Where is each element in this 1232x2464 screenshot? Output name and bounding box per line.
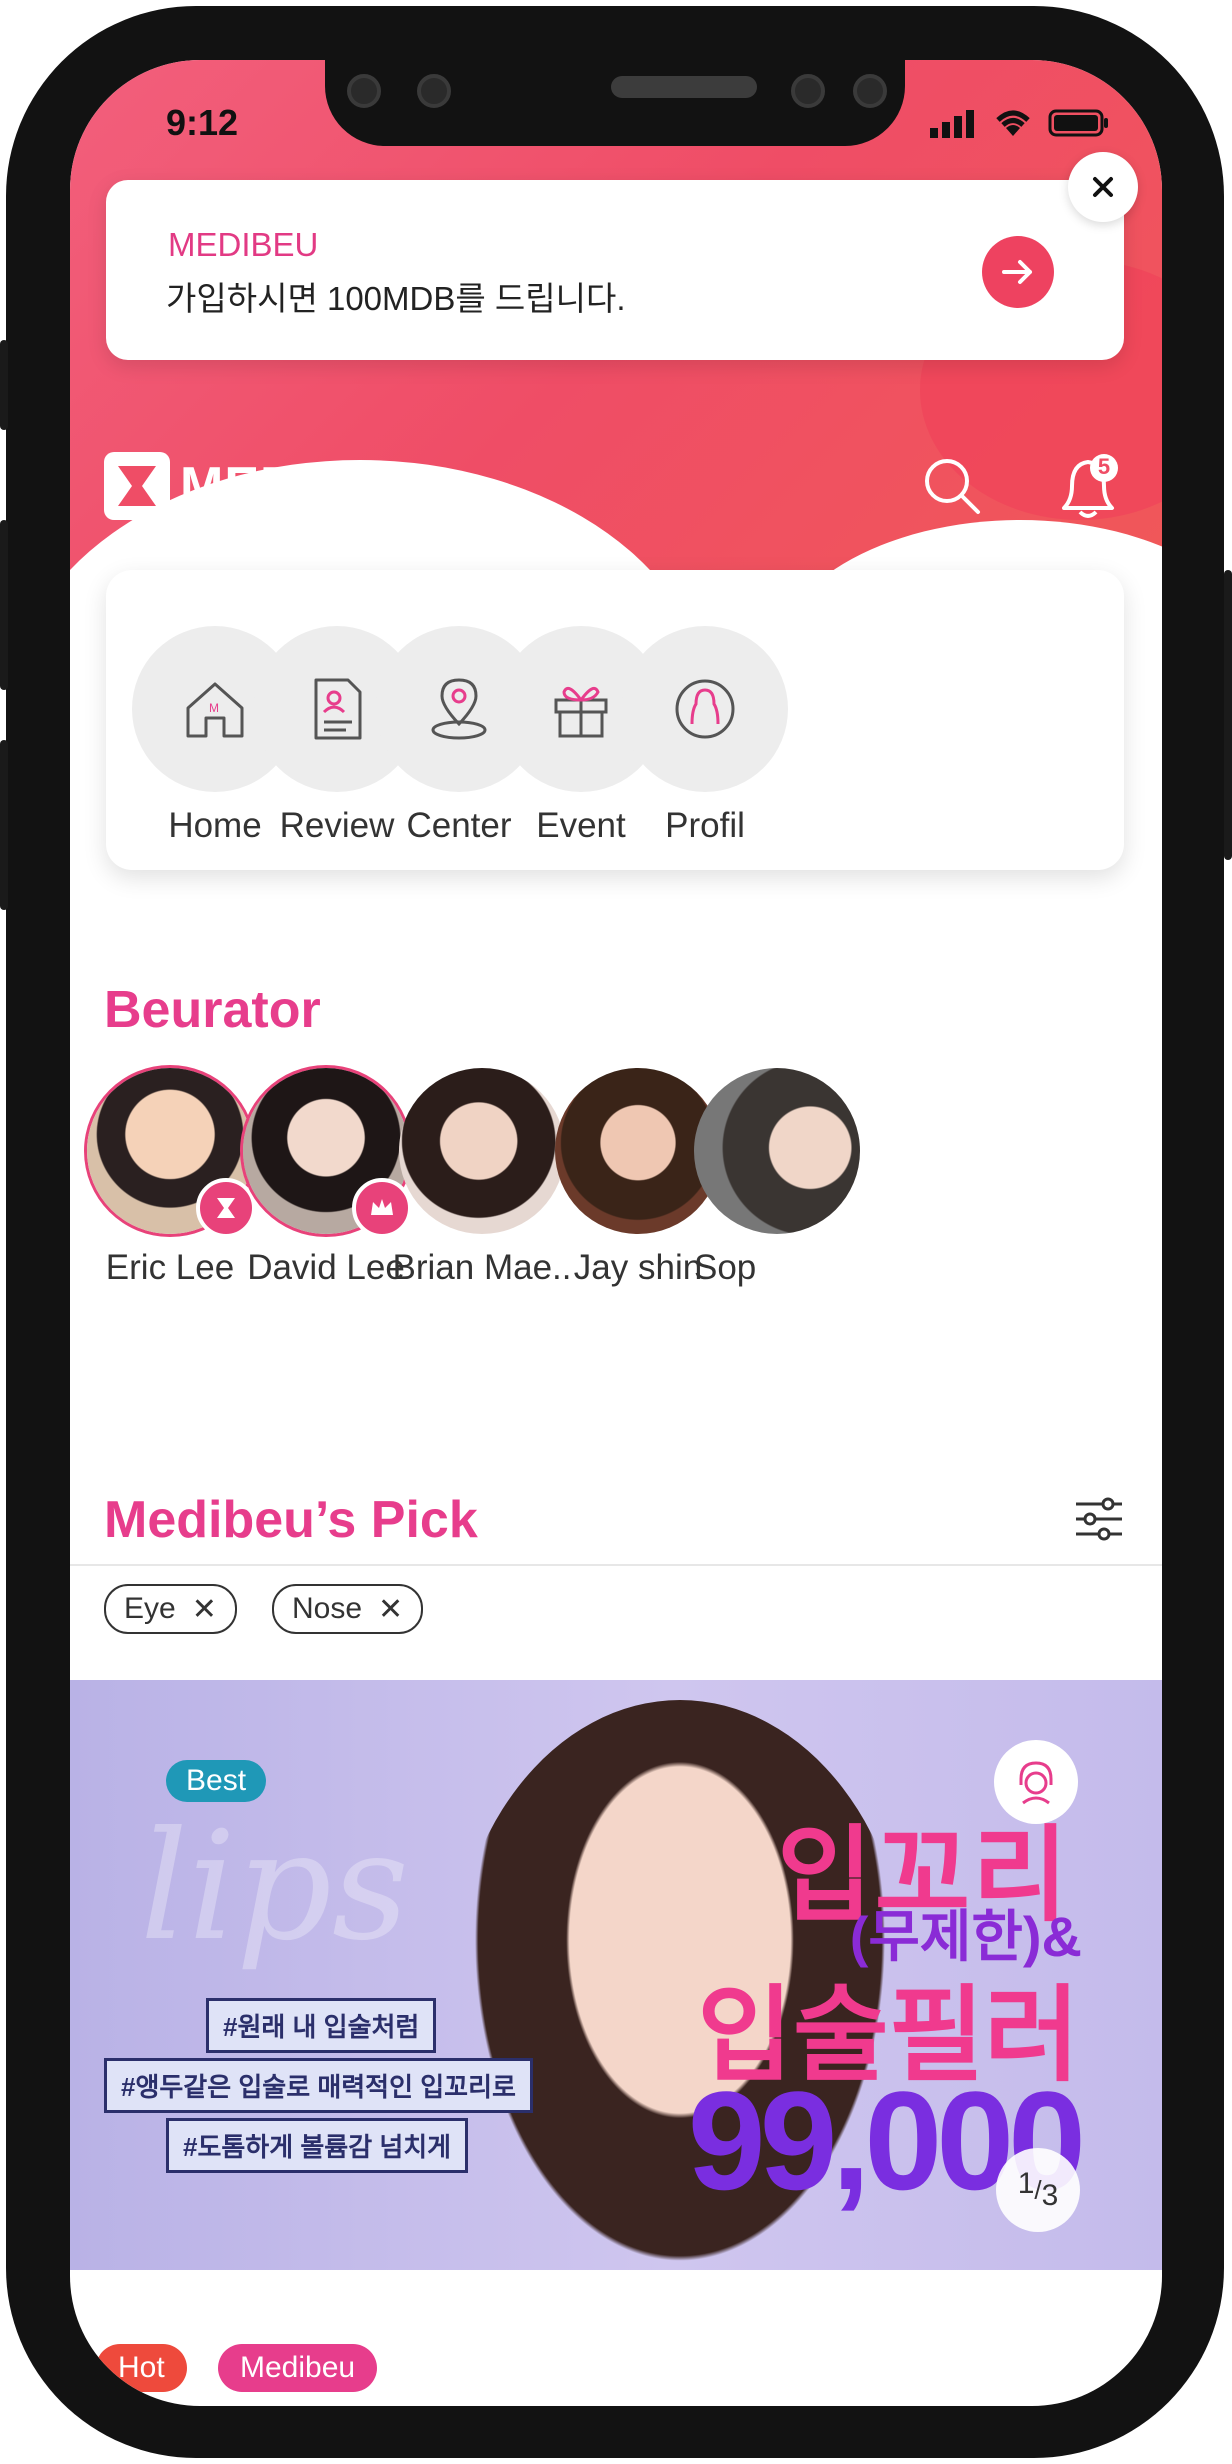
- search-icon: [925, 459, 980, 514]
- pager-total: 3: [1041, 2179, 1059, 2212]
- remove-chip-icon[interactable]: ✕: [378, 1592, 403, 1627]
- status-indicators: [928, 106, 1110, 138]
- banner-tag: #앵두같은 입술로 매력적인 입꼬리로: [104, 2058, 533, 2113]
- notification-count: 5: [1097, 454, 1111, 479]
- beurator-name: Sop: [694, 1248, 757, 1287]
- notification-message: 가입하시면 100MDB를 드립니다.: [166, 280, 626, 317]
- banner-pager: 1 / 3: [996, 2148, 1080, 2232]
- filter-button[interactable]: [1072, 1492, 1126, 1551]
- tag-hot[interactable]: Hot: [96, 2344, 187, 2392]
- location-pin-icon: [431, 678, 487, 740]
- best-badge: Best: [166, 1760, 267, 1802]
- banner-tag: #원래 내 입술처럼: [206, 1998, 437, 2053]
- arrow-right-icon: [1002, 260, 1032, 284]
- notifications-button[interactable]: 5: [1048, 446, 1128, 531]
- bell-icon: [1062, 454, 1118, 518]
- wifi-icon: [996, 110, 1030, 136]
- app-logo[interactable]: MEDIBEU: [104, 452, 427, 520]
- banner-tag: #도톰하게 볼륨감 넘치게: [166, 2118, 469, 2173]
- beurator-item[interactable]: Sop: [694, 1068, 860, 1288]
- close-icon: [1093, 177, 1113, 197]
- logo-text: MEDIBEU: [180, 457, 427, 515]
- signal-icon: [930, 110, 974, 138]
- volume-down-button: [0, 740, 8, 910]
- gift-icon: [554, 686, 608, 738]
- chip-label: Eye: [124, 1592, 176, 1625]
- filter-chip-eye[interactable]: Eye ✕: [104, 1584, 237, 1634]
- status-time: 9:12: [166, 102, 239, 143]
- pick-title: Medibeu’s Pick: [104, 1491, 478, 1549]
- remove-chip-icon[interactable]: ✕: [192, 1592, 217, 1627]
- main-menu-card: M Home Review Center Event Profil: [106, 570, 1124, 870]
- home-icon: M: [186, 682, 244, 738]
- camera-notch: [325, 60, 905, 146]
- avatar: [694, 1068, 860, 1234]
- mute-switch: [0, 340, 8, 430]
- app-screen: 9:12 MEDIBEU 가입하시면 100MDB를 드립니다. MEDIBEU…: [70, 60, 1162, 2406]
- tag-medibeu[interactable]: Medibeu: [218, 2344, 378, 2392]
- signup-notification-card[interactable]: MEDIBEU 가입하시면 100MDB를 드립니다.: [106, 180, 1124, 360]
- notification-brand: MEDIBEU: [168, 226, 319, 263]
- promo-banner[interactable]: lips Best #원래 내 입술처럼 #앵두같은 입술로 매력적인 입꼬리로…: [70, 1680, 1162, 2270]
- battery-icon: [1048, 109, 1108, 137]
- notification-close-button[interactable]: [1068, 152, 1138, 222]
- volume-up-button: [0, 520, 8, 690]
- beurator-title: Beurator: [104, 981, 321, 1039]
- power-button: [1224, 570, 1232, 860]
- menu-profile[interactable]: Profil: [622, 626, 788, 846]
- notification-go-button[interactable]: [982, 236, 1054, 308]
- filter-chip-nose[interactable]: Nose ✕: [272, 1584, 424, 1634]
- section-divider: [70, 1564, 1162, 1566]
- svg-text:M: M: [209, 701, 219, 715]
- chip-label: Nose: [292, 1592, 363, 1625]
- pager-current: 1: [1017, 2167, 1035, 2200]
- document-icon: [314, 678, 362, 740]
- profile-icon: [675, 679, 735, 739]
- medibeu-logo-icon: [104, 452, 170, 520]
- search-button[interactable]: [920, 454, 984, 523]
- menu-label-profile: Profil: [665, 806, 745, 845]
- banner-watermark: lips: [140, 1800, 409, 1974]
- filter-sliders-icon: [1076, 1497, 1122, 1541]
